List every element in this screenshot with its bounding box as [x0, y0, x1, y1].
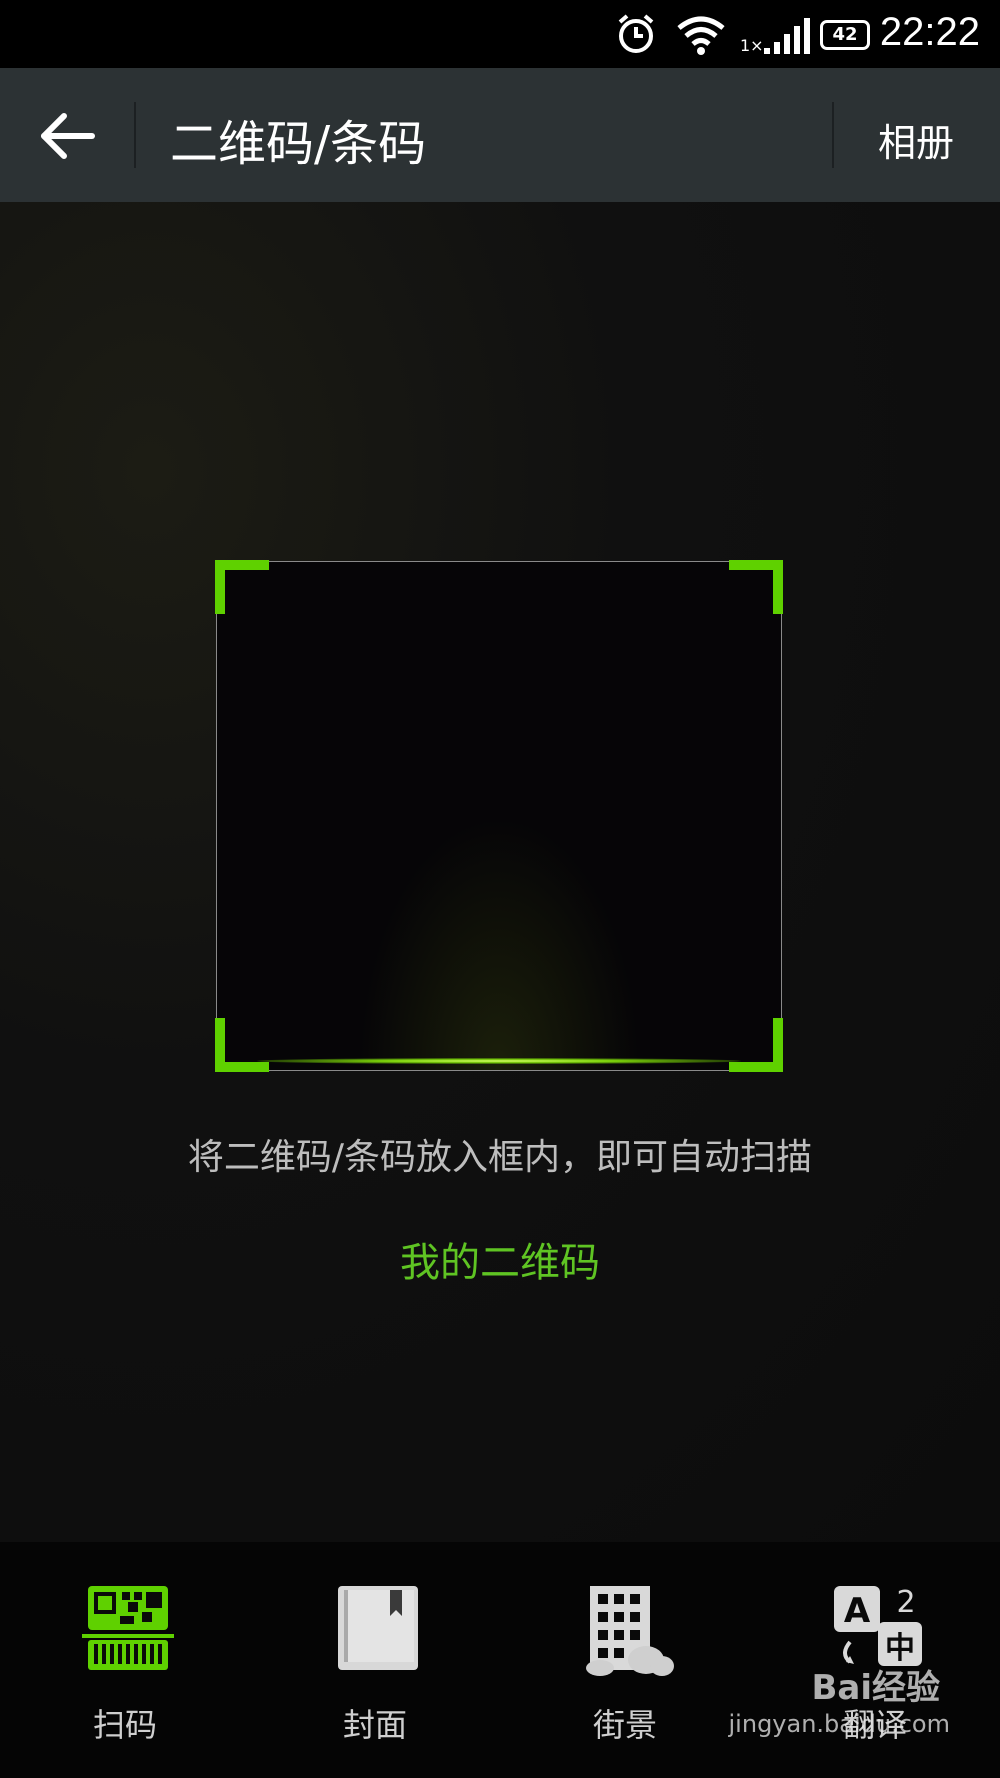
- status-bar: 1× 42 22:22: [0, 0, 1000, 68]
- signal-icon: 1×: [740, 14, 810, 58]
- scan-corner: [215, 1018, 269, 1072]
- app-bar: 二维码/条码 相册: [0, 68, 1000, 202]
- divider: [134, 102, 136, 168]
- scan-corner: [215, 560, 269, 614]
- wifi-icon: [677, 16, 725, 55]
- arrow-left-icon: [41, 113, 95, 159]
- watermark-brand: Bai经验: [811, 1668, 940, 1708]
- signal-label: 1×: [740, 36, 764, 55]
- tab-street-view[interactable]: 街景: [500, 1542, 750, 1778]
- tab-label: 街景: [592, 1706, 657, 1744]
- battery-level: 42: [832, 24, 858, 45]
- watermark-url: jingyan.baidu.com: [728, 1710, 950, 1738]
- tab-cover[interactable]: 封面: [250, 1542, 500, 1778]
- scan-corner: [729, 560, 783, 614]
- battery-icon: 42: [820, 20, 870, 50]
- svg-text:A: A: [844, 1591, 871, 1631]
- clock: 22:22: [879, 10, 980, 54]
- tab-scan[interactable]: 扫码: [0, 1542, 250, 1778]
- qr-scan-icon: [82, 1586, 174, 1670]
- tab-label: 扫码: [92, 1706, 157, 1744]
- watermark: Bai经验 jingyan.baidu.com: [729, 1660, 1000, 1760]
- book-cover-icon: [338, 1586, 418, 1670]
- tab-label: 封面: [342, 1706, 407, 1744]
- building-icon: [586, 1586, 674, 1676]
- my-qr-code-link[interactable]: 我的二维码: [0, 1230, 1000, 1288]
- scan-corner: [729, 1018, 783, 1072]
- scan-line: [257, 1058, 741, 1064]
- page-title: 二维码/条码: [170, 116, 427, 172]
- svg-text:2: 2: [896, 1585, 915, 1620]
- scan-hint: 将二维码/条码放入框内，即可自动扫描: [187, 1137, 813, 1178]
- alarm-icon: [618, 14, 654, 53]
- divider: [832, 102, 834, 168]
- scan-frame: [215, 560, 783, 1072]
- back-button[interactable]: [30, 96, 110, 176]
- album-button[interactable]: 相册: [878, 112, 954, 167]
